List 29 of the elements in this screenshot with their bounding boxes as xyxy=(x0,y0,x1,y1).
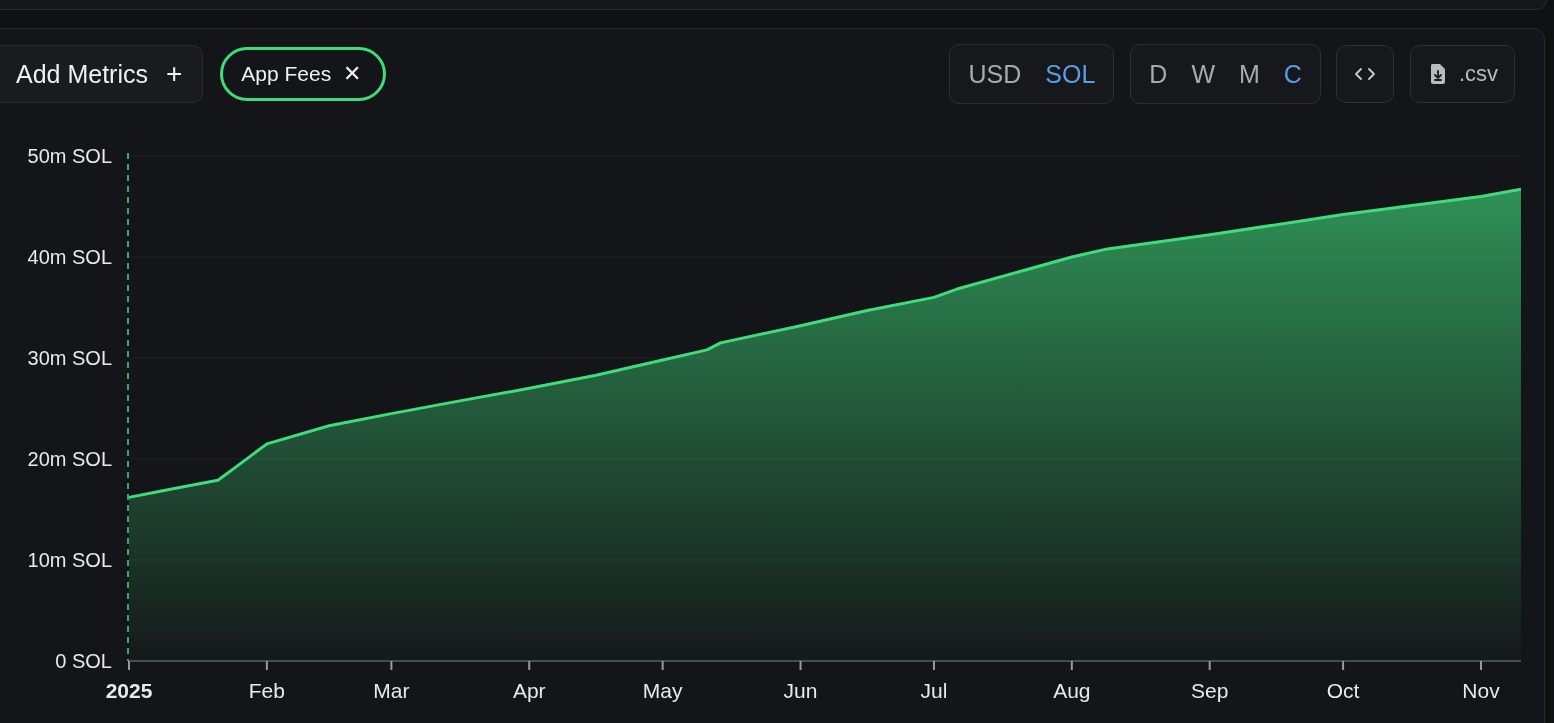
add-metrics-button[interactable]: Add Metrics + xyxy=(0,45,204,103)
metric-chip[interactable]: App Fees ✕ xyxy=(220,47,387,101)
x-axis-label: Sep xyxy=(1191,679,1229,702)
x-axis-label: 2025 xyxy=(105,679,153,702)
csv-download-button[interactable]: .csv xyxy=(1409,45,1515,103)
x-axis-label: Apr xyxy=(512,679,546,702)
x-axis-label: Mar xyxy=(373,679,410,702)
x-axis-label: Aug xyxy=(1053,679,1091,702)
code-icon xyxy=(1353,67,1376,81)
embed-button[interactable] xyxy=(1335,45,1394,103)
y-axis-label: 20m SOL xyxy=(27,448,112,470)
period-option[interactable]: M xyxy=(1227,46,1272,102)
currency-option[interactable]: USD xyxy=(956,46,1034,102)
period-option[interactable]: C xyxy=(1271,46,1314,102)
y-axis-label: 10m SOL xyxy=(27,549,112,571)
x-axis-label: Nov xyxy=(1462,679,1500,702)
x-axis-label: May xyxy=(642,679,683,702)
x-axis-label: Feb xyxy=(248,679,285,702)
x-axis-label: Jun xyxy=(783,679,818,702)
y-axis-label: 40m SOL xyxy=(27,246,112,268)
y-axis-label: 0 SOL xyxy=(55,650,112,672)
file-download-icon xyxy=(1428,63,1447,85)
x-axis-label: Jul xyxy=(920,679,948,702)
y-axis-label: 50m SOL xyxy=(27,145,112,167)
period-option[interactable]: D xyxy=(1137,46,1180,102)
x-axis-label: Oct xyxy=(1326,679,1360,702)
period-option[interactable]: W xyxy=(1179,46,1227,102)
currency-option[interactable]: SOL xyxy=(1033,46,1108,102)
y-axis-label: 30m SOL xyxy=(27,347,112,369)
